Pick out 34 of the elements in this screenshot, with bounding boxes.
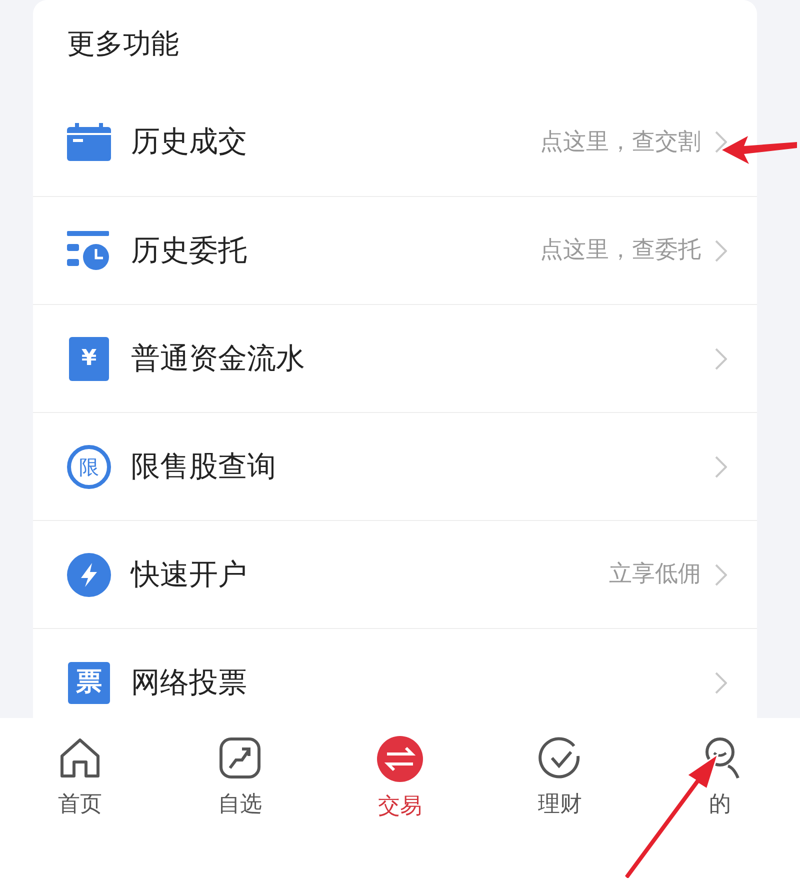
- home-icon: [58, 736, 102, 780]
- row-label: 快速开户: [131, 556, 248, 593]
- menu-row[interactable]: 历史委托 点这里，查委托: [33, 196, 757, 304]
- tab-bar-item[interactable]: 自选: [160, 736, 320, 882]
- chevron-right-icon: [715, 672, 727, 694]
- section-title: 更多功能: [67, 26, 179, 62]
- chevron-right-icon: [715, 456, 727, 478]
- menu-row[interactable]: 历史成交 点这里，查交割: [33, 88, 757, 196]
- menu-row[interactable]: ¥ 普通资金流水: [33, 304, 757, 412]
- row-hint: 立享低佣: [609, 560, 701, 590]
- tab-bar-item[interactable]: 理财: [480, 736, 640, 882]
- row-label: 历史成交: [131, 123, 248, 160]
- tab-bar-item[interactable]: 交易: [320, 736, 480, 882]
- search-badge-icon: 限: [67, 444, 111, 488]
- row-label: 网络投票: [131, 664, 248, 701]
- row-label: 限售股查询: [131, 448, 277, 485]
- chevron-right-icon: [715, 131, 727, 153]
- exchange-icon: [377, 736, 423, 782]
- ledger-icon: ¥: [69, 336, 109, 380]
- chevron-right-icon: [715, 240, 727, 262]
- check-circle-icon: [538, 736, 582, 780]
- menu-row[interactable]: 快速开户 立享低佣: [33, 520, 757, 628]
- lightning-icon: [67, 552, 111, 596]
- chevron-right-icon: [715, 564, 727, 586]
- menu-row[interactable]: 限 限售股查询: [33, 412, 757, 520]
- chevron-right-icon: [715, 348, 727, 370]
- row-label: 普通资金流水: [131, 340, 306, 377]
- ticket-icon: 票: [68, 662, 110, 704]
- row-hint: 点这里，查交割: [540, 128, 701, 157]
- tab-bar-item[interactable]: 首页: [0, 736, 160, 882]
- calendar-icon: [67, 123, 111, 161]
- row-label: 历史委托: [131, 232, 248, 269]
- row-hint: 点这里，查委托: [540, 236, 701, 266]
- schedule-clock-icon: [67, 230, 111, 270]
